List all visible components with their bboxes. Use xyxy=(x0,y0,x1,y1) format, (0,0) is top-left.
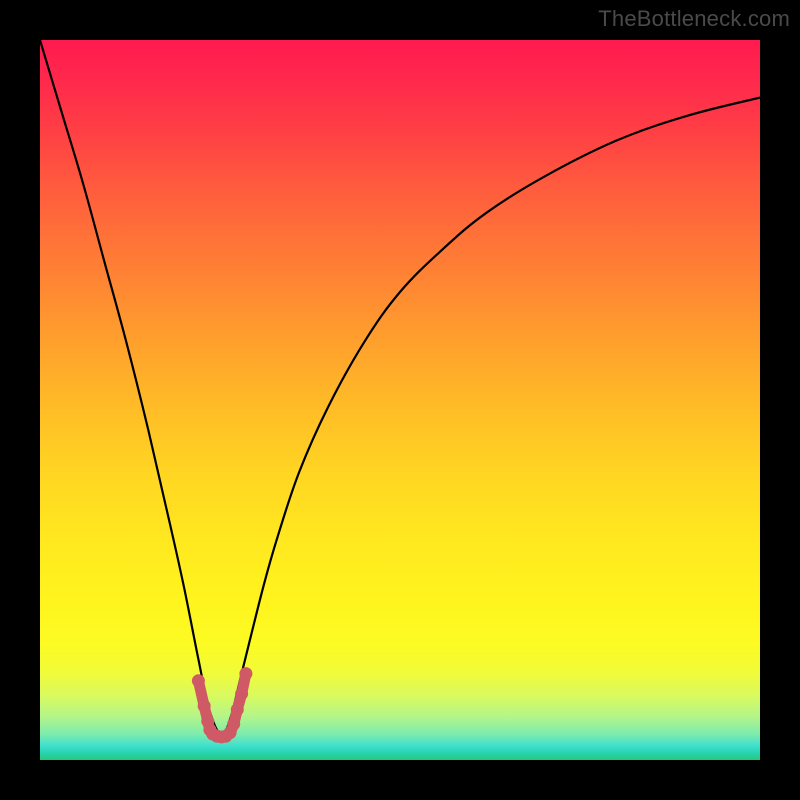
plot-area xyxy=(40,40,760,760)
valley-marker-dot xyxy=(239,667,252,680)
valley-marker-dot xyxy=(231,703,244,716)
chart-frame: TheBottleneck.com xyxy=(0,0,800,800)
bottleneck-curve xyxy=(40,40,760,735)
valley-marker-dot xyxy=(235,687,248,700)
valley-marker-dot xyxy=(192,674,205,687)
valley-marker-dot xyxy=(198,700,211,713)
watermark-text: TheBottleneck.com xyxy=(598,6,790,32)
valley-marker-dot xyxy=(227,718,240,731)
curve-layer xyxy=(40,40,760,760)
